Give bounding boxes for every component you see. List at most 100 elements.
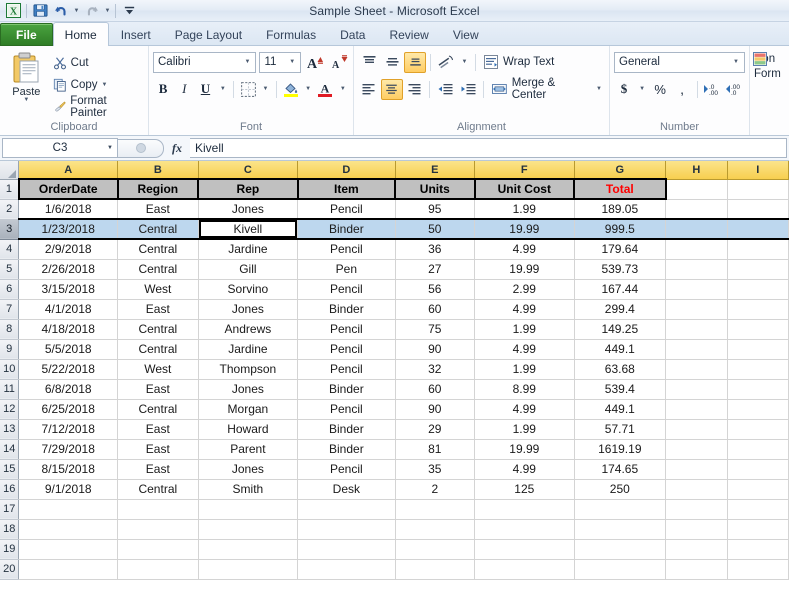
cell[interactable]: Total [574,178,667,200]
cell[interactable]: Jones [198,459,299,480]
cell[interactable]: West [117,359,199,380]
cell[interactable] [665,559,728,580]
cell[interactable]: 5/5/2018 [18,339,119,360]
column-header-f[interactable]: F [474,161,575,180]
cell[interactable]: Andrews [198,319,299,340]
cell[interactable]: Sorvino [198,279,299,300]
tab-insert[interactable]: Insert [109,23,163,46]
cell[interactable]: 19.99 [474,439,575,460]
cell[interactable] [117,499,199,520]
cell[interactable] [727,279,789,300]
borders-button[interactable] [238,79,258,100]
spreadsheet-grid[interactable]: A B C D E F G H I 1 OrderDate Region Rep Ite… [0,161,789,589]
cell[interactable]: Binder [297,379,396,400]
save-icon[interactable] [30,1,50,20]
align-right-button[interactable] [404,79,426,100]
cell[interactable]: Binder [297,299,396,320]
column-header-g[interactable]: G [574,161,667,180]
cell[interactable]: 19.99 [474,218,575,240]
cell[interactable]: 4.99 [474,339,575,360]
font-size-combo[interactable]: 11 ▼ [259,51,302,73]
cell[interactable] [117,539,199,560]
row-header-14[interactable]: 14 [0,439,20,460]
cell[interactable] [665,179,728,200]
cell[interactable]: East [117,419,199,440]
cell[interactable]: Binder [297,439,396,460]
tab-home[interactable]: Home [52,22,109,46]
cell[interactable]: 32 [395,359,476,380]
font-color-button[interactable]: A [315,79,335,100]
font-size-dropdown-icon[interactable]: ▼ [286,59,298,65]
cell[interactable]: Desk [297,479,396,500]
cell[interactable] [474,559,575,580]
cell[interactable] [395,499,476,520]
paste-button[interactable]: Paste ▼ [4,49,49,121]
cell[interactable] [395,559,476,580]
cell[interactable]: 299.4 [574,299,667,320]
cell[interactable]: Smith [198,479,299,500]
cell[interactable]: Parent [198,439,299,460]
cell[interactable]: 125 [474,479,575,500]
row-header-1[interactable]: 1 [0,179,20,200]
cell[interactable]: Howard [198,419,299,440]
cell[interactable]: 90 [395,399,476,420]
cell[interactable]: Pencil [297,199,396,220]
undo-icon[interactable] [51,1,71,20]
row-header-3[interactable]: 3 [0,219,20,240]
font-name-dropdown-icon[interactable]: ▼ [241,59,253,65]
borders-dropdown-icon[interactable]: ▼ [259,79,272,100]
cell[interactable] [727,539,789,560]
underline-dropdown-icon[interactable]: ▼ [217,79,230,100]
cell[interactable] [297,499,396,520]
cell[interactable] [665,479,728,500]
align-left-button[interactable] [358,79,380,100]
cell[interactable]: OrderDate [17,178,119,200]
row-header-19[interactable]: 19 [0,539,20,560]
cell[interactable]: Pencil [297,239,396,260]
cell[interactable]: 2 [395,479,476,500]
cell[interactable]: 60 [395,379,476,400]
cell[interactable] [117,559,199,580]
cell[interactable] [727,179,789,200]
italic-button[interactable]: I [174,79,194,100]
cell[interactable] [395,539,476,560]
copy-dropdown-icon[interactable]: ▼ [102,82,108,88]
cell[interactable]: 5/22/2018 [18,359,119,380]
column-header-d[interactable]: D [297,161,396,180]
wrap-text-button[interactable]: Wrap Text [480,52,557,73]
cell[interactable]: 56 [395,279,476,300]
cell[interactable]: Pencil [297,359,396,380]
cell[interactable]: 7/12/2018 [18,419,119,440]
cell[interactable] [665,519,728,540]
number-format-dropdown-icon[interactable]: ▼ [730,59,742,65]
cell[interactable]: Jones [198,379,299,400]
cell[interactable]: 189.05 [574,199,667,220]
cell[interactable] [727,359,789,380]
shrink-font-button[interactable]: A [328,52,349,73]
tab-review[interactable]: Review [377,23,440,46]
cell[interactable]: 7/29/2018 [18,439,119,460]
merge-center-dropdown-icon[interactable]: ▼ [596,86,602,92]
cell[interactable]: 60 [395,299,476,320]
conditional-formatting-icon[interactable] [752,51,768,67]
underline-button[interactable]: U [195,79,215,100]
cell[interactable]: Pencil [297,339,396,360]
row-header-20[interactable]: 20 [0,559,20,580]
column-header-a[interactable]: A [18,161,119,180]
cell[interactable] [18,559,119,580]
cell[interactable] [297,539,396,560]
merge-center-button[interactable]: Merge & Center ▼ [488,77,605,101]
cell[interactable]: 4.99 [474,239,575,260]
row-header-17[interactable]: 17 [0,499,20,520]
comma-style-button[interactable]: , [672,79,692,100]
cell[interactable]: 81 [395,439,476,460]
cell[interactable]: Central [117,399,199,420]
cell[interactable]: East [117,439,199,460]
cell[interactable] [474,499,575,520]
tab-page-layout[interactable]: Page Layout [163,23,254,46]
orientation-dropdown-icon[interactable]: ▼ [458,52,471,73]
cell[interactable] [198,519,299,540]
font-color-dropdown-icon[interactable]: ▼ [337,79,350,100]
cell[interactable] [574,519,667,540]
cell[interactable]: 1.99 [474,319,575,340]
